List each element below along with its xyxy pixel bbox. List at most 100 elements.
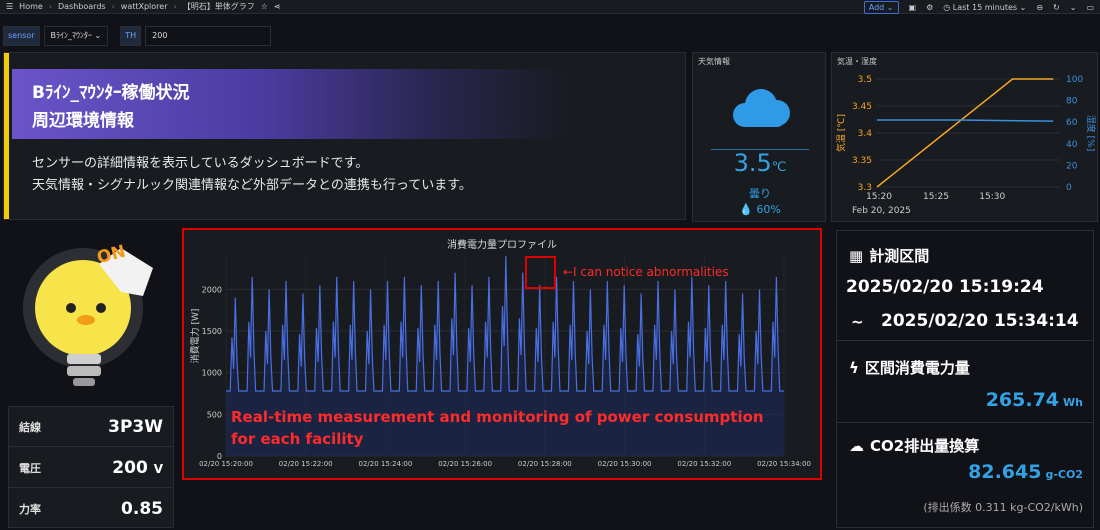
- temperature-value: 3.5: [733, 149, 772, 177]
- y-tick-label: 3.5: [858, 75, 872, 85]
- measure-start: 2025/02/20 15:19:24: [846, 277, 1044, 297]
- star-icon[interactable]: ☆: [261, 2, 268, 11]
- energy-number: 265.74: [985, 389, 1060, 411]
- info-panel: Bﾗｲﾝ_ﾏｳﾝﾀｰ稼働状況 周辺環境情報 センサーの詳細情報を表示しているダッ…: [3, 52, 686, 220]
- time-range-picker[interactable]: ◷ Last 15 minutes ⌄: [943, 3, 1026, 12]
- y-right-tick-label: 60: [1066, 118, 1078, 128]
- breadcrumb-dashboards[interactable]: Dashboards: [58, 2, 106, 11]
- spec-value-number: 200: [112, 457, 148, 478]
- energy-label: ϟ 区間消費電力量: [849, 357, 970, 378]
- x-tick-label: 15:30: [979, 192, 1005, 202]
- breadcrumb-separator: ›: [173, 2, 177, 11]
- main-annotation-line2: for each facility: [231, 430, 364, 448]
- co2-label: ☁ CO2排出量換算: [849, 435, 979, 456]
- th-variable-input[interactable]: 200: [145, 26, 272, 46]
- cloud-icon: ☁: [849, 436, 864, 455]
- zoom-out-icon[interactable]: ⊖: [1036, 3, 1043, 12]
- measure-section: ▦ 計測区間 2025/02/20 15:19:24 ~ 2025/02/20 1…: [837, 231, 1093, 341]
- save-icon[interactable]: ▣: [909, 3, 917, 12]
- calendar-icon: ▦: [849, 246, 864, 265]
- abnormality-annotation: ←I can notice abnormalities: [563, 265, 729, 279]
- sensor-variable-value: Bﾗｲﾝ_ﾏｳﾝﾀｰ: [50, 31, 93, 40]
- measure-tilde: ~: [851, 313, 864, 331]
- spec-row-wiring: 結線 3P3W: [9, 407, 173, 447]
- energy-value: 265.74 Wh: [986, 389, 1083, 411]
- specs-panel: 結線 3P3W 電圧 200 V 力率 0.85: [8, 406, 174, 528]
- co2-label-text: CO2排出量換算: [870, 437, 980, 455]
- temp-humidity-title: 気温・湿度: [837, 57, 877, 66]
- y-tick-label: 500: [207, 410, 222, 419]
- tv-mode-icon[interactable]: ▭: [1086, 3, 1094, 12]
- co2-unit: g-CO2: [1045, 468, 1083, 481]
- x-tick-label: 02/20 15:24:00: [359, 460, 413, 468]
- weather-humidity: 💧 60%: [693, 203, 827, 216]
- humidity-value: 60%: [756, 203, 781, 216]
- y-right-axis-label: 湿度 [%]: [1085, 115, 1097, 151]
- weather-temperature: 3.5℃: [693, 149, 827, 177]
- spec-value-number: 3P3W: [108, 416, 163, 437]
- chevron-down-icon[interactable]: ⌄: [1070, 3, 1077, 12]
- accent-bar: [4, 53, 9, 219]
- spec-key: 結線: [19, 420, 41, 434]
- info-title-line2: 周辺環境情報: [32, 111, 134, 131]
- spec-row-voltage: 電圧 200 V: [9, 448, 173, 488]
- y-tick-label: 1000: [202, 369, 222, 378]
- spec-value-number: 0.85: [121, 499, 163, 519]
- measure-label-text: 計測区間: [869, 247, 930, 265]
- breadcrumb-folder[interactable]: wattXplorer: [121, 2, 168, 11]
- x-tick-label: 02/20 15:34:00: [757, 460, 811, 468]
- x-tick-label: 02/20 15:32:00: [677, 460, 731, 468]
- y-axis-label: 気温 [℃]: [835, 114, 847, 152]
- co2-coefficient-note: (排出係数 0.311 kg-CO2/kWh): [923, 501, 1083, 514]
- spec-value: 0.85: [121, 499, 163, 519]
- refresh-icon[interactable]: ↻: [1053, 3, 1060, 12]
- top-navigation-bar: ☰ Home › Dashboards › wattXplorer › 【明石】…: [0, 0, 1100, 14]
- x-tick-label: 02/20 15:30:00: [598, 460, 652, 468]
- x-tick-label: 02/20 15:22:00: [279, 460, 333, 468]
- y-right-tick-label: 0: [1066, 183, 1072, 193]
- temperature-unit: ℃: [771, 160, 787, 175]
- weather-panel: 天気情報 3.5℃ 曇り 💧 60%: [692, 52, 826, 222]
- x-tick-label: 02/20 15:26:00: [438, 460, 492, 468]
- share-icon[interactable]: ⋖: [274, 2, 281, 11]
- measure-label: ▦ 計測区間: [849, 245, 929, 266]
- temp-humidity-chart: 3.33.353.43.453.502040608010015:20 15:25 1…: [835, 75, 1097, 216]
- info-description: センサーの詳細情報を表示しているダッシュボードです。 天気情報・シグナルック関連…: [32, 153, 472, 197]
- y-tick-label: 3.35: [852, 156, 872, 166]
- abnormality-highlight-box: [525, 256, 556, 289]
- gear-icon[interactable]: ⚙: [926, 3, 933, 12]
- info-desc-line1: センサーの詳細情報を表示しているダッシュボードです。: [32, 156, 369, 171]
- y-tick-label: 3.45: [852, 102, 872, 112]
- y-tick-label: 3.4: [858, 129, 873, 139]
- add-button[interactable]: Add ⌄: [863, 0, 899, 14]
- y-axis-label: 消費電力 [W]: [189, 309, 201, 364]
- th-variable-label: TH: [120, 26, 142, 46]
- breadcrumb-home[interactable]: Home: [19, 2, 43, 11]
- series-line-1: [877, 119, 1054, 122]
- info-title-line1: Bﾗｲﾝ_ﾏｳﾝﾀｰ稼働状況: [32, 83, 190, 103]
- co2-number: 82.645: [968, 461, 1042, 483]
- add-label: Add: [868, 2, 885, 12]
- main-annotation-line1: Real-time measurement and monitoring of …: [231, 408, 764, 426]
- y-tick-label: 2000: [202, 285, 222, 294]
- spec-key: 力率: [19, 503, 41, 516]
- status-bulb-panel: ON: [3, 228, 175, 400]
- spec-unit: V: [153, 461, 163, 476]
- menu-icon[interactable]: ☰: [6, 2, 13, 11]
- energy-unit: Wh: [1063, 396, 1083, 409]
- info-title: Bﾗｲﾝ_ﾏｳﾝﾀｰ稼働状況 周辺環境情報: [32, 79, 189, 135]
- breadcrumb-separator: ›: [111, 2, 115, 11]
- main-annotation: Real-time measurement and monitoring of …: [231, 406, 764, 450]
- temp-humidity-panel: 気温・湿度 3.3 3.35 3.4 3.45 3.5 0 20 40 60 80 100 15:20…: [831, 52, 1098, 222]
- time-range-label: Last 15 minutes: [952, 2, 1018, 12]
- spec-value: 200 V: [112, 458, 163, 478]
- x-date-label: Feb 20, 2025: [852, 206, 911, 216]
- sensor-variable-select[interactable]: Bﾗｲﾝ_ﾏｳﾝﾀｰ ⌄: [43, 26, 109, 46]
- co2-value: 82.645 g-CO2: [968, 461, 1083, 483]
- y-right-tick-label: 40: [1066, 140, 1078, 150]
- energy-label-text: 区間消費電力量: [864, 359, 970, 377]
- y-right-tick-label: 100: [1066, 75, 1083, 85]
- breadcrumb-separator: ›: [48, 2, 52, 11]
- y-right-tick-label: 80: [1066, 97, 1078, 107]
- variables-bar: sensor Bﾗｲﾝ_ﾏｳﾝﾀｰ ⌄ TH 200: [0, 26, 272, 46]
